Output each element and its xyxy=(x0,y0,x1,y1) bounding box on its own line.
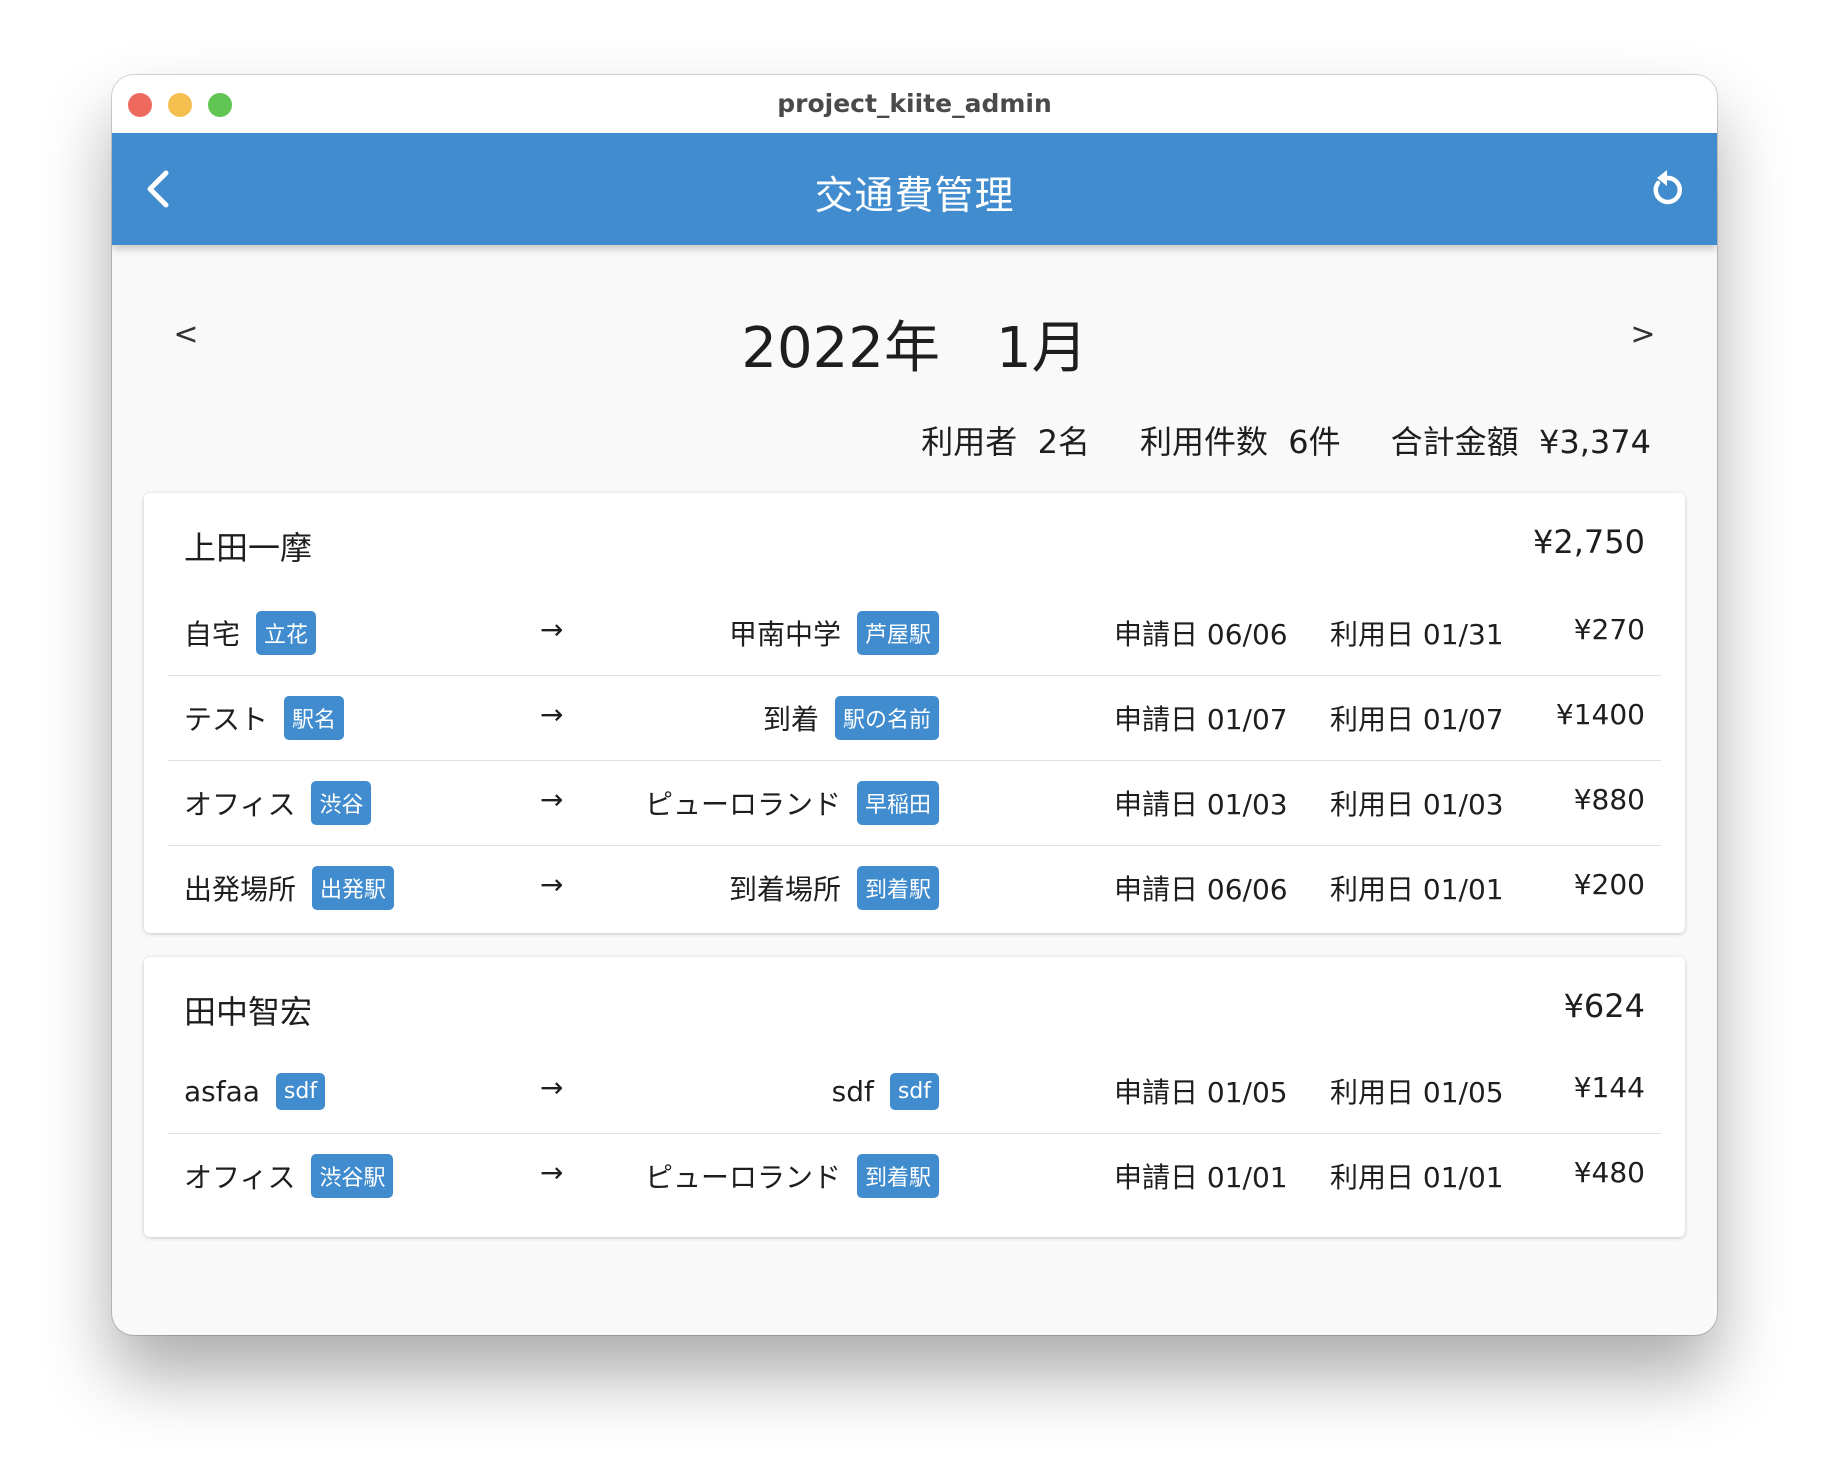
arrival-station-badge: 到着駅 xyxy=(856,1154,939,1198)
expense-amount: ¥480 xyxy=(1573,1156,1645,1189)
summary-bar: 利用者 2名 利用件数 6件 合計金額 ¥3,374 xyxy=(921,417,1651,463)
application-date: 申請日 06/06 xyxy=(1114,618,1288,651)
title-bar: project_kiite_admin xyxy=(112,75,1717,133)
arrival-place: sdf xyxy=(831,1074,874,1108)
arrow-icon: → xyxy=(540,1156,564,1189)
arrow-icon: → xyxy=(540,613,564,646)
arrival-place: 到着場所 xyxy=(728,873,841,906)
expense-amount: ¥270 xyxy=(1573,613,1645,646)
expense-row[interactable]: オフィス 渋谷 → ピューロランド 早稲田 申請日 01/03 利用日 01/0… xyxy=(168,761,1661,846)
arrival: sdf sdf xyxy=(832,1049,939,1133)
application-date: 申請日 06/06 xyxy=(1114,873,1288,906)
user-name: 上田一摩 xyxy=(184,529,313,567)
expense-row[interactable]: テスト 駅名 → 到着 駅の名前 申請日 01/07 利用日 01/07 ¥14… xyxy=(168,676,1661,761)
arrival-station-badge: sdf xyxy=(889,1072,939,1110)
expense-row[interactable]: asfaa sdf → sdf sdf 申請日 01/05 利用日 01/05 … xyxy=(168,1049,1661,1134)
month-label: 2022年 1月 xyxy=(741,316,1088,381)
application-date: 申請日 01/07 xyxy=(1114,703,1288,736)
arrival-place: ピューロランド xyxy=(644,1161,841,1194)
next-month-button[interactable]: > xyxy=(1623,317,1663,352)
arrow-icon: → xyxy=(540,698,564,731)
arrival: ピューロランド 到着駅 xyxy=(645,1134,939,1218)
usage-date: 利用日 01/01 xyxy=(1330,1161,1504,1194)
user-total: ¥624 xyxy=(1563,987,1645,1025)
app-window: project_kiite_admin 交通費管理 < 2022年 1月 > 利… xyxy=(112,75,1717,1335)
arrival-place: 到着 xyxy=(762,703,819,736)
user-total: ¥2,750 xyxy=(1533,523,1645,561)
usage-date: 利用日 01/31 xyxy=(1330,618,1504,651)
arrow-icon: → xyxy=(540,1071,564,1104)
departure-place: テスト xyxy=(184,703,269,736)
expense-row[interactable]: 出発場所 出発駅 → 到着場所 到着駅 申請日 06/06 利用日 01/01 … xyxy=(168,846,1661,930)
arrival: ピューロランド 早稲田 xyxy=(645,761,939,845)
refresh-button[interactable] xyxy=(1645,167,1689,211)
expense-amount: ¥200 xyxy=(1573,868,1645,901)
window-title: project_kiite_admin xyxy=(777,89,1052,118)
departure-place: 出発場所 xyxy=(184,873,297,906)
usage-date: 利用日 01/07 xyxy=(1330,703,1504,736)
page-title: 交通費管理 xyxy=(814,174,1015,219)
user-card: 田中智宏 ¥624 asfaa sdf → sdf sdf 申請日 01/05 … xyxy=(144,957,1685,1237)
departure-station-badge: 渋谷 xyxy=(311,781,372,825)
usage-count: 利用件数 6件 xyxy=(1139,423,1341,461)
departure-place: asfaa xyxy=(184,1074,260,1108)
expense-amount: ¥880 xyxy=(1573,783,1645,816)
arrival-station-badge: 芦屋駅 xyxy=(856,611,939,655)
arrival-station-badge: 到着駅 xyxy=(856,866,939,910)
application-date: 申請日 01/01 xyxy=(1114,1161,1288,1194)
application-date: 申請日 01/05 xyxy=(1114,1076,1288,1109)
expense-amount: ¥1400 xyxy=(1555,698,1645,731)
departure-station-badge: 出発駅 xyxy=(312,866,395,910)
departure-place: オフィス xyxy=(184,788,296,821)
total-amount: 合計金額 ¥3,374 xyxy=(1390,423,1651,461)
arrow-icon: → xyxy=(540,783,564,816)
arrival: 甲南中学 芦屋駅 xyxy=(729,591,939,675)
expense-amount: ¥144 xyxy=(1573,1071,1645,1104)
expense-row[interactable]: オフィス 渋谷駅 → ピューロランド 到着駅 申請日 01/01 利用日 01/… xyxy=(168,1134,1661,1218)
usage-date: 利用日 01/03 xyxy=(1330,788,1504,821)
app-bar: 交通費管理 xyxy=(112,133,1717,245)
arrival-place: ピューロランド xyxy=(644,788,841,821)
arrival: 到着 駅の名前 xyxy=(763,676,939,760)
arrow-icon: → xyxy=(540,868,564,901)
month-navigator: < 2022年 1月 > xyxy=(112,303,1717,383)
departure-station-badge: sdf xyxy=(275,1072,326,1110)
expense-row[interactable]: 自宅 立花 → 甲南中学 芦屋駅 申請日 06/06 利用日 01/31 ¥27… xyxy=(168,591,1661,676)
expense-list: asfaa sdf → sdf sdf 申請日 01/05 利用日 01/05 … xyxy=(168,1049,1661,1218)
departure-station-badge: 立花 xyxy=(256,611,317,655)
departure-place: オフィス xyxy=(184,1161,296,1194)
arrival-place: 甲南中学 xyxy=(728,618,841,651)
departure: 出発場所 出発駅 xyxy=(184,846,395,930)
user-card: 上田一摩 ¥2,750 自宅 立花 → 甲南中学 芦屋駅 申請日 06/06 利… xyxy=(144,493,1685,933)
arrival-station-badge: 早稲田 xyxy=(856,781,939,825)
refresh-icon xyxy=(1653,170,1683,205)
user-count: 利用者 2名 xyxy=(921,423,1090,461)
departure: asfaa sdf xyxy=(184,1049,326,1133)
usage-date: 利用日 01/05 xyxy=(1330,1076,1504,1109)
user-name: 田中智宏 xyxy=(184,993,313,1031)
departure: テスト 駅名 xyxy=(184,676,345,760)
departure: 自宅 立花 xyxy=(184,591,317,675)
usage-date: 利用日 01/01 xyxy=(1330,873,1504,906)
expense-list: 自宅 立花 → 甲南中学 芦屋駅 申請日 06/06 利用日 01/31 ¥27… xyxy=(168,591,1661,930)
departure: オフィス 渋谷駅 xyxy=(184,1134,394,1218)
arrival-station-badge: 駅の名前 xyxy=(834,696,939,740)
arrival: 到着場所 到着駅 xyxy=(729,846,939,930)
application-date: 申請日 01/03 xyxy=(1114,788,1288,821)
departure: オフィス 渋谷 xyxy=(184,761,372,845)
departure-station-badge: 渋谷駅 xyxy=(311,1154,394,1198)
departure-place: 自宅 xyxy=(184,618,241,651)
departure-station-badge: 駅名 xyxy=(284,696,345,740)
